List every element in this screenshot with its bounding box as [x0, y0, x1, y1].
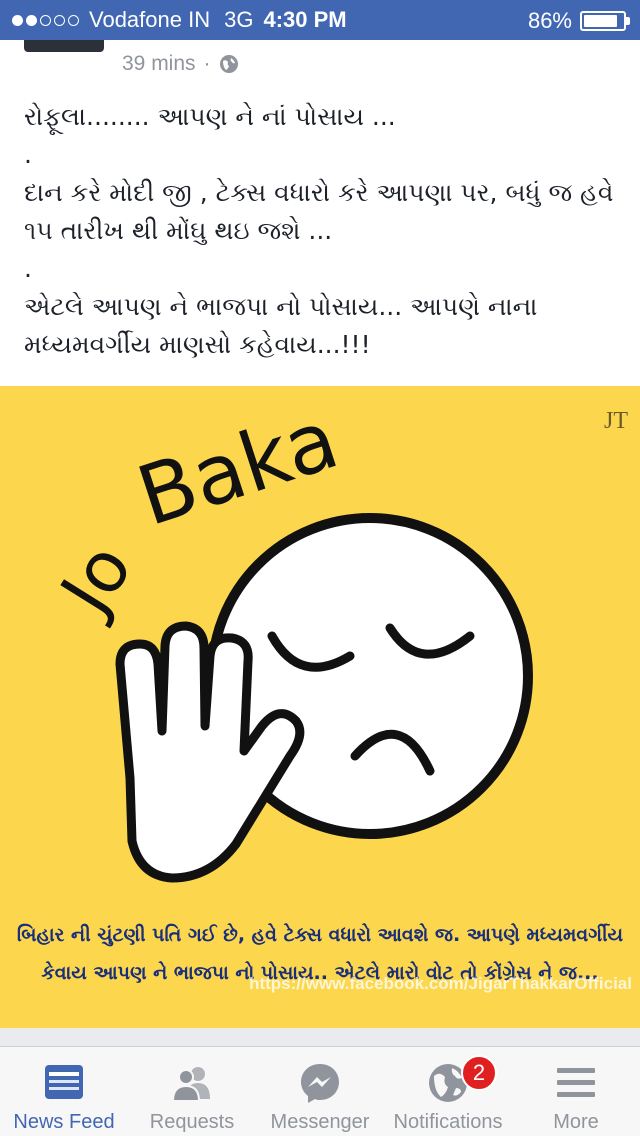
friend-requests-icon	[171, 1067, 210, 1102]
caption-line-1: બિહાર ની ચુંટણી પતિ ગઈ છે, હવે ટેક્સ વધા…	[16, 924, 624, 946]
carrier-name: Vodafone IN	[89, 7, 211, 32]
jt-logo: JT	[604, 408, 628, 434]
battery-level	[584, 15, 617, 27]
tab-label-more: More	[553, 1111, 599, 1133]
post-meta: 39 mins ·	[122, 52, 239, 76]
clock: 4:30 PM	[263, 7, 347, 32]
headline-baka: Baka	[127, 392, 349, 545]
battery-tip	[626, 17, 630, 25]
tab-label-requests: Requests	[149, 1111, 235, 1133]
messenger-icon	[301, 1064, 339, 1103]
author-avatar[interactable]	[24, 40, 104, 52]
news-feed-icon	[45, 1065, 83, 1099]
tab-messenger[interactable]: Messenger	[256, 1047, 384, 1136]
tab-more[interactable]: More	[512, 1047, 640, 1136]
status-bar: Vodafone IN 3G 4:30 PM 86%	[0, 0, 640, 40]
globe-icon	[219, 55, 238, 73]
meta-separator: ·	[203, 52, 211, 75]
bottom-tab-bar: News Feed Requests Messenger 2 Notificat…	[0, 1046, 640, 1136]
post-card: 39 mins · રોફૂલા........ આપણ ને નાં પોસા…	[0, 40, 640, 386]
post-timestamp[interactable]: 39 mins	[122, 52, 196, 76]
tab-label-messenger: Messenger	[270, 1111, 370, 1133]
battery-icon	[580, 11, 626, 31]
tab-notifications[interactable]: 2 Notifications	[384, 1047, 512, 1136]
signal-strength-icon	[12, 14, 79, 26]
tab-label-notifications: Notifications	[393, 1111, 503, 1133]
hamburger-menu-icon	[557, 1068, 595, 1097]
network-type: 3G	[224, 7, 254, 32]
post-photo[interactable]: Jo Baka JT બિહાર ની ચુંટણી પતિ ગઈ છે, હવ…	[0, 386, 640, 1028]
tab-news-feed[interactable]: News Feed	[0, 1047, 128, 1136]
headline-jo: Jo	[43, 530, 148, 631]
watermark-url: https://www.facebook.com/JigarThakkarOff…	[249, 974, 632, 993]
post-body-text: રોફૂલા........ આપણ ને નાં પોસાય ... . દા…	[24, 102, 614, 359]
tab-requests[interactable]: Requests	[128, 1047, 256, 1136]
notification-count-badge: 2	[461, 1055, 497, 1091]
tab-label-news-feed: News Feed	[13, 1111, 115, 1133]
battery-percent: 86%	[527, 8, 572, 33]
